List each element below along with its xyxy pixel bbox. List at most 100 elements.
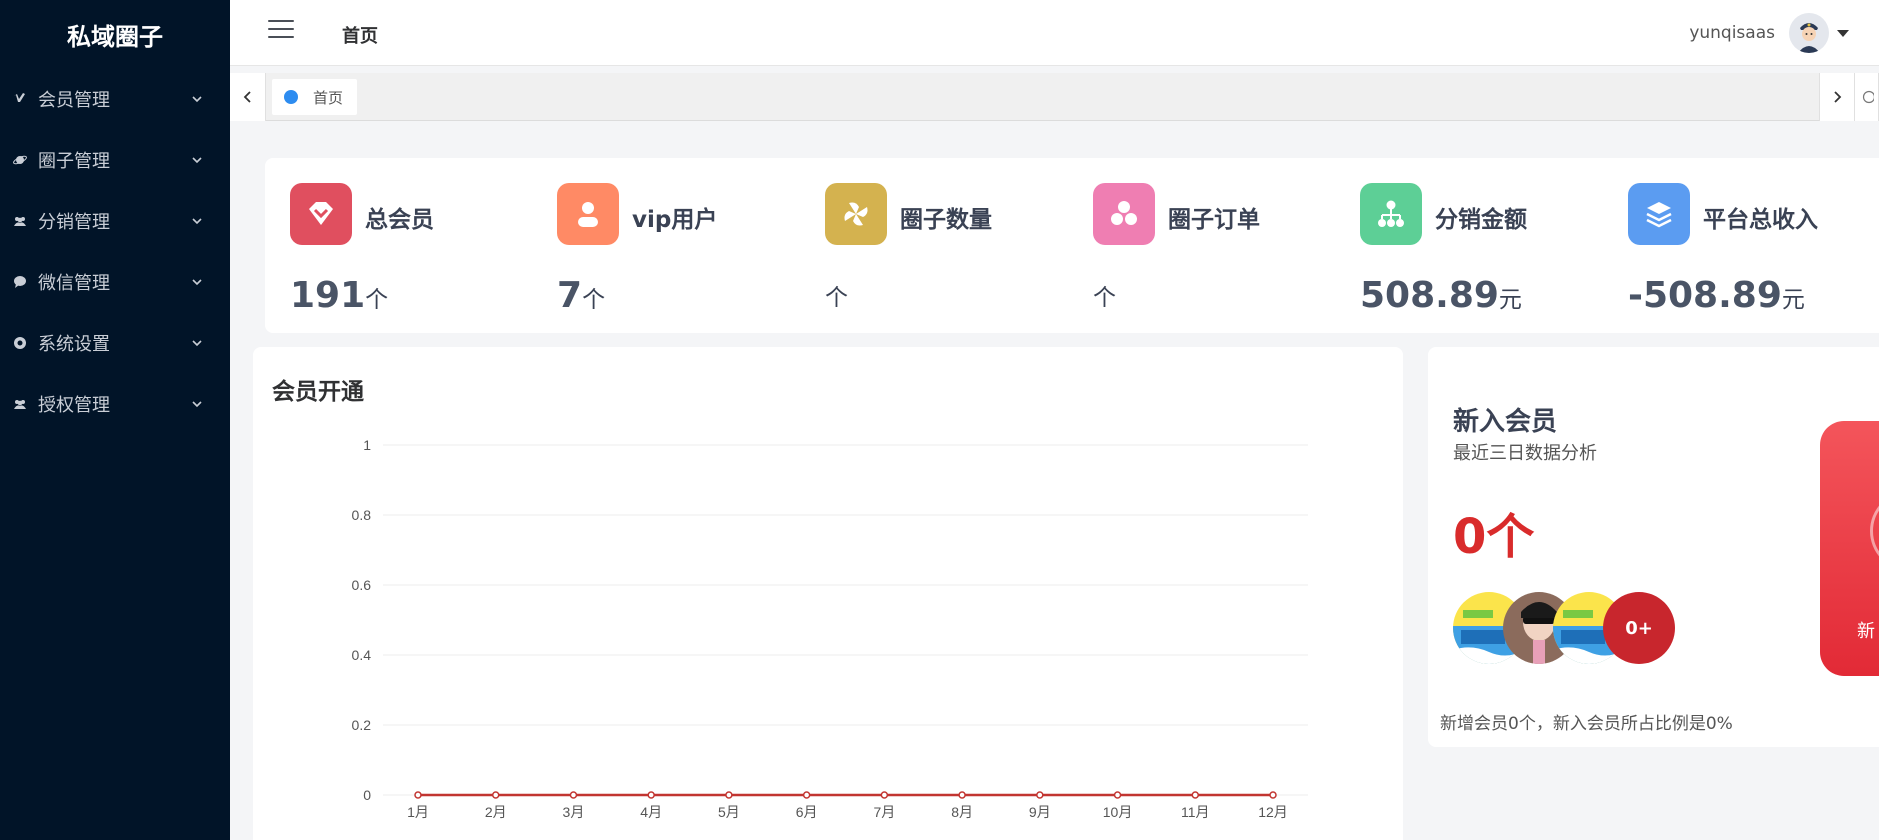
breadcrumb[interactable]: 首页 [342,22,378,48]
x-tick-label: 2月 [485,804,507,820]
sidebar-item-label: 授权管理 [38,394,110,416]
x-tick-label: 9月 [1029,804,1051,820]
member-open-chart-card: 会员开通 1 0.8 0.6 0.4 0.2 0 1月 2月 3月 4月 5月 6月 7月 8月 9月 10月… [253,347,1403,840]
data-point[interactable] [491,791,500,799]
sidebar-item-member[interactable]: 会员管理 [0,68,230,129]
sidebar-item-settings[interactable]: 系统设置 [0,312,230,373]
data-point[interactable] [1036,791,1044,799]
stat-label: 分销金额 [1435,207,1527,233]
chat-icon [12,274,28,290]
data-point[interactable] [569,791,578,799]
active-dot-icon [284,90,298,104]
x-tick-label: 1月 [407,804,429,820]
heart-diamond-icon [290,183,352,245]
chevron-down-icon [192,339,202,346]
stat-value: 个 [825,285,848,311]
x-tick-label: 7月 [873,804,895,820]
pinwheel-icon [825,183,887,245]
x-tick-label: 5月 [718,804,740,820]
team-icon [12,396,28,412]
planet-icon [12,152,28,168]
new-members-title: 新入会员 [1453,407,1558,437]
user-icon [557,183,619,245]
top-header: 首页 yunqisaas [230,0,1879,66]
stat-label: 总会员 [365,207,434,233]
data-point[interactable] [1269,791,1277,799]
y-tick-label: 0.4 [352,647,372,663]
new-members-count: 0个 [1453,509,1535,565]
sidebar-item-label: 圈子管理 [38,150,110,172]
stat-value: -508.89元 [1628,275,1805,316]
users-icon [12,213,28,229]
close-circle-icon [1862,90,1874,104]
x-tick-label: 8月 [951,804,973,820]
data-point[interactable] [1191,791,1200,799]
tab-home[interactable]: 首页 [272,79,358,115]
tab-scroll-right-button[interactable] [1819,73,1855,121]
chevron-down-icon [192,278,202,285]
chevron-down-icon [192,156,202,163]
tab-label: 首页 [313,88,344,107]
ring-icon [1870,491,1879,571]
y-tick-label: 0.6 [352,577,372,593]
stat-value: 7个 [557,275,606,316]
settings-icon [12,335,28,351]
chevron-down-icon [192,400,202,407]
stats-card: 总会员 191个 vip用户 7个 圈子数量 个 圈子订单 个 分销金额 508… [265,158,1879,333]
vimeo-icon [12,91,28,107]
layers-icon [1628,183,1690,245]
x-tick-label: 3月 [563,804,585,820]
x-tick-label: 11月 [1181,804,1210,820]
data-point[interactable] [802,791,811,799]
data-point[interactable] [1113,791,1122,799]
more-members-badge[interactable]: 0+ [1603,592,1675,664]
stat-value: 508.89元 [1360,275,1522,316]
x-tick-label: 4月 [640,804,662,820]
dropdown-caret-icon[interactable] [1837,29,1849,37]
sidebar-item-circle[interactable]: 圈子管理 [0,129,230,190]
sidebar-item-label: 会员管理 [38,89,110,111]
org-chart-icon [1360,183,1422,245]
sidebar-item-label: 微信管理 [38,272,110,294]
stat-vip-users: vip用户 7个 [557,183,817,316]
stat-circle-count: 圈子数量 个 [825,183,1085,311]
stat-value: 个 [1093,285,1116,311]
new-members-highlight: 新 [1820,421,1879,676]
data-point[interactable] [725,791,733,799]
new-members-summary: 新增会员0个，新入会员所占比例是0% [1440,714,1733,734]
x-tick-label: 10月 [1103,804,1133,820]
sidebar-item-wechat[interactable]: 微信管理 [0,251,230,312]
tab-scroll-left-button[interactable] [230,73,266,121]
data-point[interactable] [647,791,655,799]
sidebar-item-auth[interactable]: 授权管理 [0,373,230,434]
sidebar-item-label: 分销管理 [38,211,110,233]
chevron-right-icon [1834,91,1842,103]
x-tick-label: 6月 [796,804,818,820]
chevron-down-icon [192,217,202,224]
tab-options-button[interactable] [1855,73,1879,121]
avatar[interactable] [1789,13,1829,53]
new-members-card: 新入会员 最近三日数据分析 0个 0+ 新增会员0个，新入会员所占比例是0% 新 [1428,347,1879,747]
y-tick-label: 0.2 [352,717,372,733]
data-point[interactable] [414,791,422,799]
brand-title: 私域圈子 [67,22,163,51]
username[interactable]: yunqisaas [1689,23,1775,43]
line-chart: 1 0.8 0.6 0.4 0.2 0 1月 2月 3月 4月 5月 6月 7月 8月 9月 10月 11月 12… [352,437,1308,820]
data-point[interactable] [880,791,889,799]
user-menu[interactable]: yunqisaas [1689,13,1849,53]
stat-label: 圈子订单 [1168,207,1260,233]
stat-circle-orders: 圈子订单 个 [1093,183,1353,311]
stat-label: vip用户 [632,207,718,233]
sidebar-item-distribution[interactable]: 分销管理 [0,190,230,251]
tab-bar: 首页 [230,73,1879,121]
chevron-left-icon [243,91,251,103]
stat-label: 圈子数量 [900,207,992,233]
menu-toggle-icon[interactable] [268,20,294,42]
stat-total-members: 总会员 191个 [290,183,550,316]
sidebar-item-label: 系统设置 [38,333,110,355]
y-tick-label: 0.8 [352,507,372,523]
x-tick-label: 12月 [1258,804,1288,820]
y-tick-label: 0 [363,787,371,803]
data-point[interactable] [958,791,966,799]
stat-distribution-amount: 分销金额 508.89元 [1360,183,1620,316]
